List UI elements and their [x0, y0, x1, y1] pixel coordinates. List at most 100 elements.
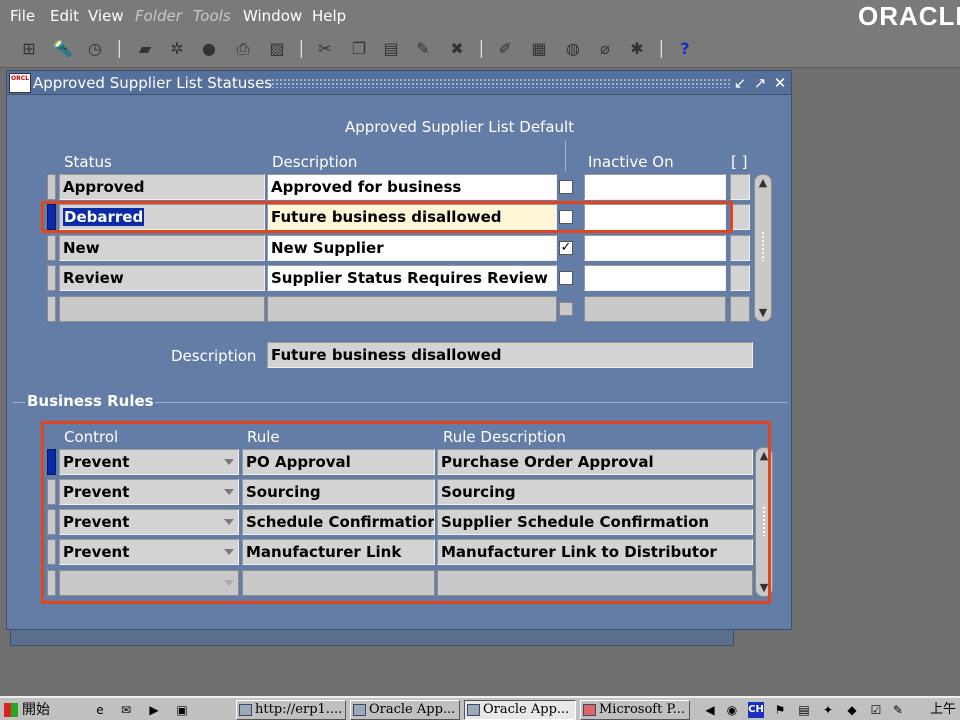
start-button[interactable]: 開始: [2, 700, 50, 720]
menu-folder[interactable]: Folder: [135, 6, 182, 26]
toolbar-separator: [300, 40, 302, 58]
translations-icon[interactable]: ◍: [562, 38, 584, 60]
default-checkbox[interactable]: [559, 180, 573, 194]
outlook-icon[interactable]: ✉: [118, 702, 134, 718]
menu-window[interactable]: Window: [243, 6, 302, 26]
edit-field-icon[interactable]: ✐: [494, 38, 516, 60]
status-cell[interactable]: Approved: [59, 174, 265, 200]
window-title: Approved Supplier List Statuses: [33, 74, 273, 92]
asl-statuses-window: ORCL Approved Supplier List Statuses ↙ ↗…: [6, 70, 792, 630]
paste-icon[interactable]: ▤: [380, 38, 402, 60]
description-field[interactable]: Future business disallowed: [267, 342, 753, 368]
row-indicator[interactable]: [47, 235, 56, 261]
close-icon[interactable]: ✕: [771, 74, 789, 92]
row-indicator[interactable]: [47, 265, 56, 291]
scroll-down-icon[interactable]: ▼: [755, 305, 771, 321]
find-icon[interactable]: 🔦: [52, 38, 74, 60]
tray-app-icon[interactable]: ▤: [796, 702, 812, 718]
highlight-debarred-row: [41, 201, 733, 233]
maximize-icon[interactable]: ↗: [751, 74, 769, 92]
task-label: Microsoft P...: [599, 702, 685, 717]
inactive-on-cell[interactable]: [584, 235, 726, 261]
menu-file[interactable]: File: [10, 6, 35, 26]
oracle-logo: ORACLE: [858, 1, 960, 31]
flexfield-cell-empty[interactable]: [730, 296, 750, 322]
tray-app-icon[interactable]: ◆: [844, 702, 860, 718]
task-label: Oracle App...: [483, 702, 570, 717]
task-oracle-2[interactable]: Oracle App...: [464, 700, 576, 720]
menu-edit[interactable]: Edit: [50, 6, 79, 26]
media-player-icon[interactable]: ▶: [146, 702, 162, 718]
status-cell-empty[interactable]: [59, 296, 265, 322]
tray-app-icon[interactable]: ☑: [868, 702, 884, 718]
toolbar-separator: [660, 40, 662, 58]
status-cell[interactable]: Review: [59, 265, 265, 291]
menu-view[interactable]: View: [88, 6, 124, 26]
flexfield-header: [ ]: [731, 153, 748, 171]
network-icon[interactable]: ◉: [724, 702, 740, 718]
ie-icon[interactable]: e: [92, 702, 108, 718]
status-cell[interactable]: New: [59, 235, 265, 261]
description-header: Description: [272, 153, 358, 171]
task-powerpoint[interactable]: Microsoft P...: [580, 700, 690, 720]
tray-app-icon[interactable]: ⚑: [772, 702, 788, 718]
toolbar-separator: [480, 40, 482, 58]
menu-bar: File Edit View Folder Tools Window Help …: [0, 0, 960, 32]
close-form-icon[interactable]: ▨: [266, 38, 288, 60]
cut-icon[interactable]: ✂: [314, 38, 336, 60]
copy-icon[interactable]: ❐: [348, 38, 370, 60]
status-scrollbar[interactable]: ▲ ▼: [754, 174, 772, 322]
navigator-icon[interactable]: ◷: [84, 38, 106, 60]
asl-default-header: Approved Supplier List Default: [345, 118, 575, 136]
task-oracle-1[interactable]: Oracle App...: [350, 700, 460, 720]
taskbar: 開始 e ✉ ▶ ▣ http://erp1.... Oracle App...…: [0, 696, 960, 720]
oracle-app-icon: [353, 704, 366, 716]
highlight-business-rules: [41, 421, 771, 604]
minimize-icon[interactable]: ↙: [731, 74, 749, 92]
flexfield-cell[interactable]: [730, 204, 750, 230]
zoom-icon[interactable]: ▦: [528, 38, 550, 60]
status-header: Status: [64, 153, 112, 171]
folder-tools-icon[interactable]: ✱: [626, 38, 648, 60]
ie-page-icon: [239, 704, 252, 716]
menu-tools[interactable]: Tools: [193, 6, 231, 26]
description-cell[interactable]: New Supplier: [267, 235, 557, 261]
window-titlebar[interactable]: ORCL Approved Supplier List Statuses ↙ ↗…: [7, 71, 791, 95]
flexfield-cell[interactable]: [730, 265, 750, 291]
oracle-form-icon: ORCL: [9, 73, 31, 93]
flexfield-cell[interactable]: [730, 235, 750, 261]
attachments-icon[interactable]: ⌀: [594, 38, 616, 60]
windows-logo-icon: [4, 703, 18, 717]
switch-responsibility-icon[interactable]: ●: [198, 38, 220, 60]
menu-help[interactable]: Help: [312, 6, 346, 26]
group-divider: [565, 141, 566, 171]
clear-record-icon[interactable]: ✎: [412, 38, 434, 60]
delete-record-icon[interactable]: ✖: [446, 38, 468, 60]
row-indicator[interactable]: [47, 174, 56, 200]
tray-app-icon[interactable]: ✦: [820, 702, 836, 718]
volume-icon[interactable]: ◀: [702, 702, 718, 718]
scroll-grip[interactable]: [761, 231, 765, 261]
task-ie[interactable]: http://erp1....: [236, 700, 346, 720]
language-icon[interactable]: CH: [748, 702, 764, 718]
next-step-icon[interactable]: ✲: [166, 38, 188, 60]
inactive-on-cell-empty[interactable]: [584, 296, 726, 322]
new-record-icon[interactable]: ⊞: [18, 38, 40, 60]
description-cell[interactable]: Supplier Status Requires Review: [267, 265, 557, 291]
tray-app-icon[interactable]: ✎: [890, 702, 906, 718]
help-icon[interactable]: ?: [674, 38, 696, 60]
row-indicator[interactable]: [47, 296, 56, 322]
flexfield-cell[interactable]: [730, 174, 750, 200]
save-icon[interactable]: ▰: [134, 38, 156, 60]
task-label: http://erp1....: [255, 702, 343, 717]
inactive-on-cell[interactable]: [584, 174, 726, 200]
section-line-right: [155, 402, 787, 403]
print-icon[interactable]: ⎙: [232, 38, 254, 60]
default-checkbox[interactable]: [559, 271, 573, 285]
description-cell-empty[interactable]: [267, 296, 557, 322]
desktop-icon[interactable]: ▣: [174, 702, 190, 718]
description-cell[interactable]: Approved for business: [267, 174, 557, 200]
inactive-on-cell[interactable]: [584, 265, 726, 291]
default-checkbox-checked[interactable]: ✓: [559, 241, 573, 255]
scroll-up-icon[interactable]: ▲: [755, 175, 771, 191]
